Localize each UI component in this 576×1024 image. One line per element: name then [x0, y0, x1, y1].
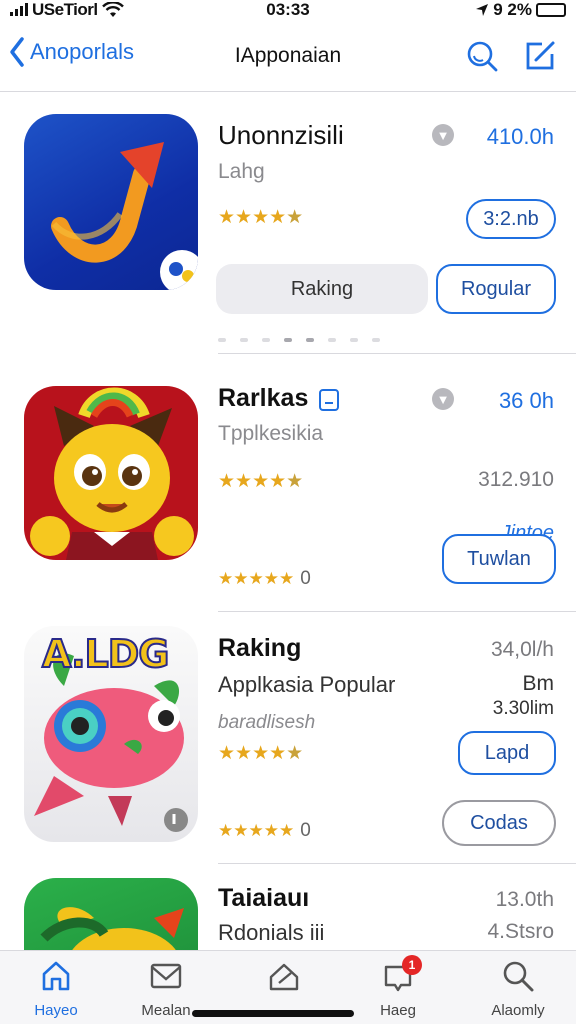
mascot-icon: [30, 387, 194, 560]
tab-label: Haeg: [380, 1002, 416, 1019]
app-size-secondary: Bm: [522, 672, 555, 695]
install-button[interactable]: Tuwlan: [442, 534, 556, 584]
wifi-icon: [101, 2, 124, 17]
signal-icon: [10, 3, 28, 16]
status-right: 9 2%: [475, 0, 566, 20]
price-badge[interactable]: 3:2.nb: [466, 199, 556, 239]
app-subtitle: Lahg: [218, 160, 265, 183]
search-icon[interactable]: [464, 38, 500, 74]
app-subtitle: Rdonials iii: [218, 920, 325, 945]
notification-badge: 1: [402, 955, 422, 975]
navigation-bar: Anoporlals IApponaian: [0, 30, 576, 92]
back-label: Anoporlals: [30, 39, 134, 64]
codes-button[interactable]: Codas: [442, 800, 556, 846]
mail-icon: [150, 963, 182, 989]
small-star-rating: ★★★★★ 0: [218, 820, 311, 842]
star-half: ★: [286, 471, 304, 492]
rating-count: 0: [300, 568, 311, 589]
small-stars: ★★★★★: [218, 821, 295, 840]
status-bar: USeTiorl 03:33 9 2%: [0, 0, 576, 24]
app-secondary-value: 312.910: [478, 468, 554, 491]
app-size: 13.0th: [495, 888, 554, 911]
tab-notifications[interactable]: 1 Haeg: [350, 955, 446, 1019]
chevron-left-icon: [10, 37, 24, 67]
status-left: USeTiorl: [10, 0, 124, 20]
app-icon-fish: A.LDG: [24, 626, 198, 842]
app-name: Taiaiauı: [218, 884, 310, 912]
app-size: 410.0h: [486, 124, 554, 149]
app-name: Unonnzisili: [218, 120, 344, 150]
page-indicator: [218, 338, 380, 342]
back-button[interactable]: Anoporlals: [8, 36, 134, 68]
home-apps-icon: [269, 963, 299, 991]
star-rating: ★★★★★: [218, 742, 303, 765]
star-half: ★: [286, 743, 304, 764]
star-rating: ★★★★★: [218, 206, 303, 229]
app-icon-mascot: [24, 386, 198, 560]
battery-icon: [536, 3, 566, 17]
app-icon-arrow: [24, 114, 198, 290]
regular-button[interactable]: Rogular: [436, 264, 556, 314]
small-star-rating: ★★★★★ 0: [218, 568, 311, 590]
tab-label: Hayeo: [34, 1002, 78, 1019]
app-size-tertiary: 3.30lim: [492, 698, 554, 719]
carrier-label: USeTiorl: [32, 0, 98, 19]
compose-icon[interactable]: [522, 38, 558, 74]
get-button[interactable]: Raking: [216, 264, 428, 314]
app-name: Raking: [218, 634, 302, 662]
chevron-down-icon[interactable]: ▼: [432, 388, 454, 410]
app-subtitle: Applkasia Popular: [218, 672, 396, 697]
app-size: 34,0l/h: [490, 638, 554, 661]
home-indicator[interactable]: [192, 1010, 354, 1017]
load-button[interactable]: Lapd: [458, 731, 556, 775]
app-subtitle: Tpplkesikia: [218, 422, 324, 445]
stars-full: ★★★★: [218, 471, 287, 492]
small-stars: ★★★★★: [218, 569, 295, 588]
app-size-secondary: 4.Stsro: [487, 920, 554, 943]
info-badge-icon: [319, 389, 339, 411]
star-rating: ★★★★★: [218, 470, 303, 493]
house-icon: [42, 961, 70, 991]
tab-search[interactable]: Alaomly: [470, 959, 566, 1019]
tab-apps[interactable]: [236, 959, 332, 1002]
arrow-logo-icon: [51, 142, 198, 290]
rating-count: 0: [300, 820, 311, 841]
divider: [218, 863, 576, 864]
app-detail: baradlisesh: [218, 712, 316, 733]
icon-title-text: A.LDG: [41, 631, 170, 677]
chevron-down-icon[interactable]: ▼: [432, 124, 454, 146]
divider: [218, 353, 576, 354]
app-size: 36 0h: [498, 388, 554, 413]
battery-percent: 9 2%: [493, 0, 532, 19]
location-arrow-icon: [476, 4, 489, 16]
divider: [218, 611, 576, 612]
tab-home[interactable]: Hayeo: [8, 959, 104, 1019]
stars-full: ★★★★: [218, 207, 287, 228]
app-name: Rarlkas: [218, 384, 309, 412]
search-icon: [503, 961, 534, 992]
stars-full: ★★★★: [218, 743, 287, 764]
star-half: ★: [286, 207, 304, 228]
tab-label: Alaomly: [491, 1002, 545, 1019]
